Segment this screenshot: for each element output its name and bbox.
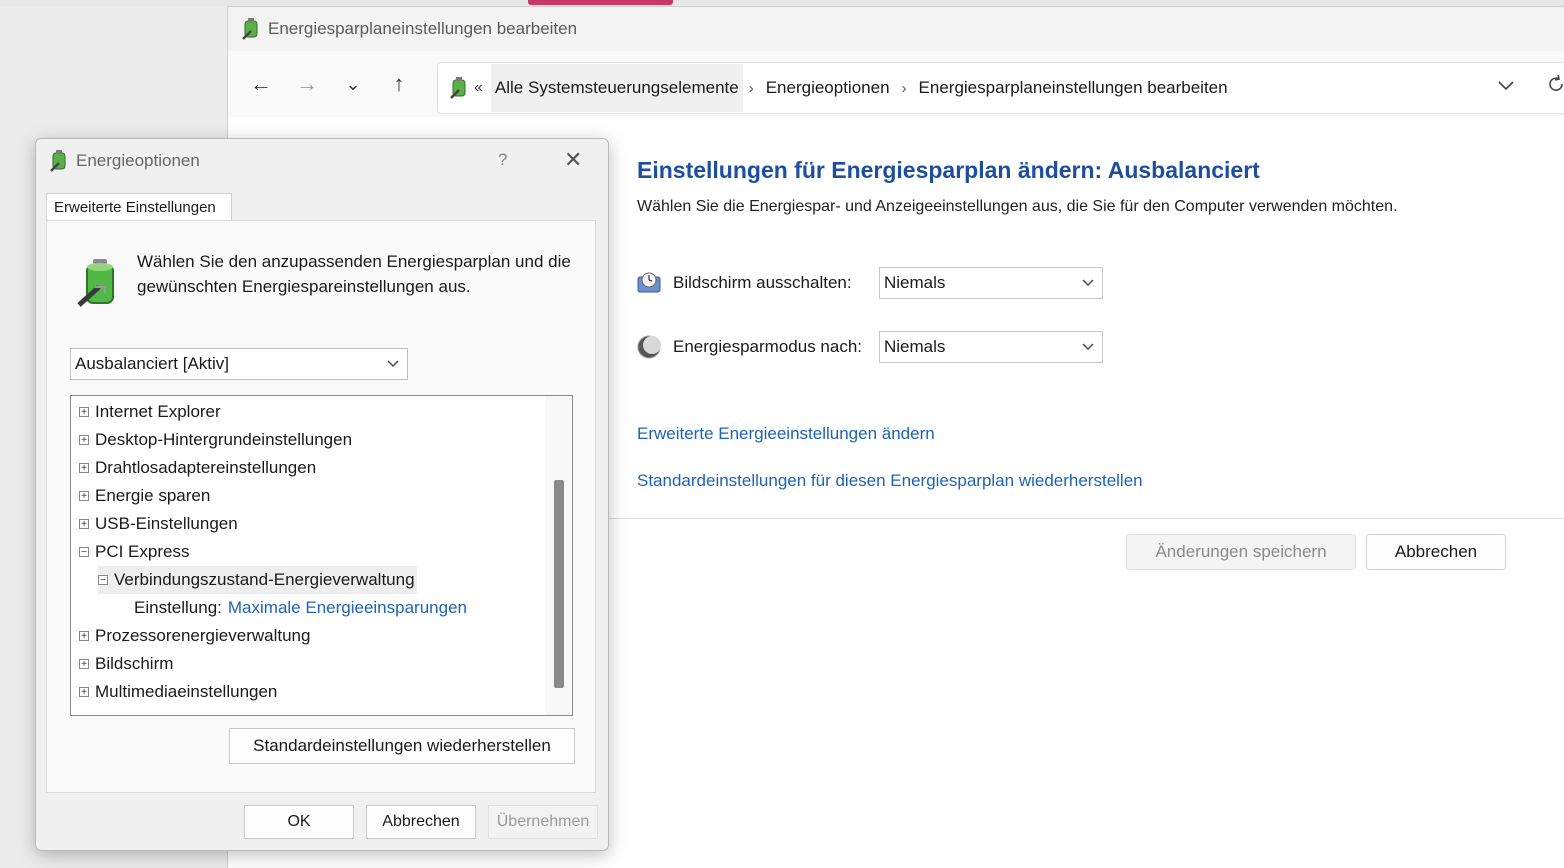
restore-defaults-button[interactable]: Standardeinstellungen wiederherstellen [229,728,575,764]
expand-icon[interactable]: + [79,631,89,642]
settings-tree[interactable]: + Internet Explorer + Desktop-Hintergrun… [70,395,573,716]
sleep-row: Energiesparmodus nach: Niemals [637,331,1103,363]
tree-item-processor-power[interactable]: + Prozessorenergieverwaltung [79,622,310,650]
control-panel-titlebar: Energiesparplaneinstellungen bearbeiten [228,7,1564,51]
dialog-cancel-button[interactable]: Abbrechen [366,805,476,839]
display-off-value: Niemals [884,273,946,292]
tree-item-link-state-power[interactable]: − Verbindungszustand-Energieverwaltung [98,566,417,594]
expand-icon[interactable]: + [79,659,89,670]
tree-item-multimedia[interactable]: + Multimediaeinstellungen [79,678,277,706]
forward-button[interactable]: → [284,64,330,104]
display-off-row: Bildschirm ausschalten: Niemals [637,267,1103,299]
page-heading: Einstellungen für Energiesparplan ändern… [637,157,1260,183]
tree-item-label: Bildschirm [95,654,174,673]
tree-scrollbar-thumb[interactable] [554,480,564,688]
advanced-settings-panel: Wählen Sie den anzupassenden Energiespar… [46,220,596,793]
tree-item-internet-explorer[interactable]: + Internet Explorer [79,398,221,426]
collapse-icon[interactable]: − [79,547,89,558]
sleep-label: Energiesparmodus nach: [673,337,863,356]
tree-item-setting[interactable]: Einstellung: Maximale Energieeinsparunge… [134,594,467,622]
expand-icon[interactable]: + [79,491,89,502]
tree-item-label: PCI Express [95,542,190,561]
battery-plug-icon [77,259,114,307]
tree-item-label: Energie sparen [95,486,211,505]
tab-advanced-settings[interactable]: Erweiterte Einstellungen [46,193,232,221]
tree-item-display[interactable]: + Bildschirm [79,650,173,678]
moon-icon [637,335,661,359]
chevron-down-icon [1082,279,1094,286]
tree-item-pci-express[interactable]: − PCI Express [79,538,189,566]
collapse-icon[interactable]: − [98,575,108,586]
content-divider [608,518,1564,519]
expand-icon[interactable]: + [79,687,89,698]
tree-item-wireless-adapter[interactable]: + Drahtlosadaptereinstellungen [79,454,316,482]
expand-icon[interactable]: + [79,519,89,530]
breadcrumb-all-items[interactable]: Alle Systemsteuerungselemente [490,64,743,112]
apply-button[interactable]: Übernehmen [488,805,598,839]
chevron-down-icon [1082,343,1094,350]
display-off-select[interactable]: Niemals [879,267,1103,299]
expand-icon[interactable]: + [79,435,89,446]
expand-icon[interactable]: + [79,407,89,418]
up-button[interactable]: ↑ [376,64,422,104]
sleep-select[interactable]: Niemals [879,331,1103,363]
ok-button[interactable]: OK [244,805,354,839]
restore-defaults-link[interactable]: Standardeinstellungen für diesen Energie… [637,471,1143,491]
power-plan-icon [50,150,66,172]
address-dropdown-icon[interactable] [1497,80,1515,92]
navigation-bar: ← → ⌄ ↑ « Alle Systemsteuerungselemente … [228,51,1564,117]
display-off-label: Bildschirm ausschalten: [673,273,852,292]
chevron-down-icon [387,360,399,367]
refresh-icon[interactable] [1546,74,1564,94]
tree-item-label: Drahtlosadaptereinstellungen [95,458,317,477]
breadcrumb-edit-plan[interactable]: Energiesparplaneinstellungen bearbeiten [913,78,1234,98]
address-power-icon [450,77,466,99]
tree-item-label: Verbindungszustand-Energieverwaltung [114,570,415,589]
expand-icon[interactable]: + [79,463,89,474]
power-plan-icon [242,18,258,40]
power-plan-select[interactable]: Ausbalanciert [Aktiv] [70,348,408,380]
tree-item-label: Prozessorenergieverwaltung [95,626,311,645]
help-button[interactable]: ? [498,150,507,170]
tree-item-label: Desktop-Hintergrundeinstellungen [95,430,353,449]
tree-item-desktop-background[interactable]: + Desktop-Hintergrundeinstellungen [79,426,352,454]
tree-item-label: USB-Einstellungen [95,514,238,533]
active-window-indicator [528,0,673,5]
recent-locations-button[interactable]: ⌄ [330,64,376,104]
page-description: Wählen Sie die Energiespar- und Anzeigee… [637,198,1398,215]
breadcrumb-power-options[interactable]: Energieoptionen [760,78,896,98]
plan-settings-content: Einstellungen für Energiesparplan ändern… [637,157,1557,490]
power-plan-value: Ausbalanciert [Aktiv] [75,354,230,373]
setting-label: Einstellung: [134,598,222,617]
breadcrumb-separator[interactable]: › [896,80,913,97]
tree-item-usb-settings[interactable]: + USB-Einstellungen [79,510,238,538]
save-changes-button[interactable]: Änderungen speichern [1126,534,1356,570]
dialog-titlebar: Energieoptionen ? ✕ [36,139,608,183]
breadcrumb-separator[interactable]: › [743,80,760,97]
monitor-clock-icon [637,272,661,293]
setting-value-link[interactable]: Maximale Energieeinsparungen [228,598,467,618]
close-button[interactable]: ✕ [564,147,582,173]
cancel-button[interactable]: Abbrechen [1366,534,1506,570]
sleep-value: Niemals [884,337,946,356]
tree-item-label: Multimediaeinstellungen [95,682,278,701]
tree-item-label: Internet Explorer [95,402,221,421]
dialog-title: Energieoptionen [76,151,200,170]
address-bar[interactable]: « Alle Systemsteuerungselemente › Energi… [437,62,1564,114]
intro-text: Wählen Sie den anzupassenden Energiespar… [137,252,571,296]
advanced-settings-link[interactable]: Erweiterte Energieeinstellungen ändern [637,424,935,444]
tree-item-energy-saving[interactable]: + Energie sparen [79,482,210,510]
back-button[interactable]: ← [238,64,284,104]
power-options-dialog: Energieoptionen ? ✕ Erweiterte Einstellu… [35,138,609,851]
window-title: Energiesparplaneinstellungen bearbeiten [268,19,578,38]
breadcrumb-overflow[interactable]: « [470,79,491,97]
